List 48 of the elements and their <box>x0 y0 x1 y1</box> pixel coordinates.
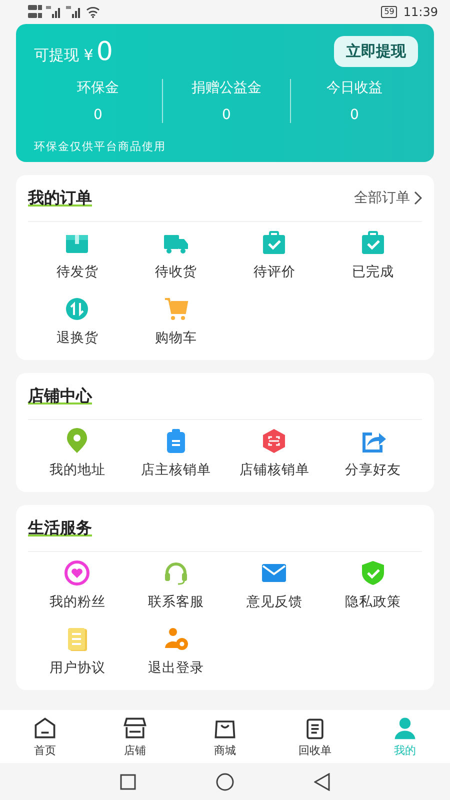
stat-label: 捐赠公益金 <box>192 79 262 97</box>
chevron-right-icon <box>414 191 422 205</box>
section-title: 我的订单 <box>28 188 92 208</box>
all-orders-link[interactable]: 全部订单 <box>354 189 422 207</box>
menu-item[interactable]: 待评价 <box>225 222 324 288</box>
menu-item[interactable]: 用户协议 <box>28 618 126 684</box>
menu-item[interactable]: 意见反馈 <box>225 552 324 618</box>
stat-value: 0 <box>222 107 231 123</box>
menu-item[interactable]: 购物车 <box>126 288 225 354</box>
tab[interactable]: 商城 <box>180 710 270 763</box>
tab[interactable]: 店铺 <box>90 710 180 763</box>
tab[interactable]: 回收单 <box>270 710 360 763</box>
storefront-icon <box>122 715 148 741</box>
stat-value: 0 <box>94 107 102 123</box>
home-circle-icon[interactable] <box>216 772 234 790</box>
stat-value: 0 <box>350 107 359 123</box>
hd-badge-icon <box>28 4 42 20</box>
wifi-icon <box>86 6 100 18</box>
menu-item[interactable]: 店主核销单 <box>126 420 225 486</box>
balance-note: 环保金仅供平台商品使用 <box>34 139 167 154</box>
battery-level: 59 <box>381 6 398 18</box>
section-title: 店铺中心 <box>28 386 92 406</box>
recent-apps-icon[interactable] <box>120 774 136 790</box>
heart-circle-icon <box>63 559 92 587</box>
back-icon[interactable] <box>314 772 330 790</box>
menu-item[interactable]: 隐私政策 <box>324 552 422 618</box>
menu-item[interactable]: 我的粉丝 <box>28 552 126 618</box>
menu-item[interactable]: 联系客服 <box>126 552 225 618</box>
menu-item[interactable]: 待收货 <box>126 222 225 288</box>
home-icon <box>32 715 58 741</box>
signal-icon <box>46 6 62 18</box>
stat-label: 今日收益 <box>326 79 382 97</box>
balance-label: 可提现 ¥ <box>34 46 94 64</box>
person-icon <box>392 715 418 741</box>
menu-item[interactable]: 已完成 <box>324 222 422 288</box>
menu-item[interactable]: 待发货 <box>28 222 126 288</box>
menu-item[interactable]: 退换货 <box>28 288 126 354</box>
section-title: 生活服务 <box>28 518 92 538</box>
tab[interactable]: 首页 <box>0 710 90 763</box>
menu-item[interactable]: 店铺核销单 <box>225 420 324 486</box>
menu-item[interactable]: 退出登录 <box>126 618 225 684</box>
clock-time: 11:39 <box>403 5 438 19</box>
menu-item[interactable]: 分享好友 <box>324 420 422 486</box>
balance-amount: 0 <box>96 36 113 66</box>
stat-label: 环保金 <box>77 79 119 97</box>
withdraw-button[interactable]: 立即提现 <box>334 36 418 67</box>
menu-item[interactable]: 我的地址 <box>28 420 126 486</box>
signal-icon <box>66 6 82 18</box>
